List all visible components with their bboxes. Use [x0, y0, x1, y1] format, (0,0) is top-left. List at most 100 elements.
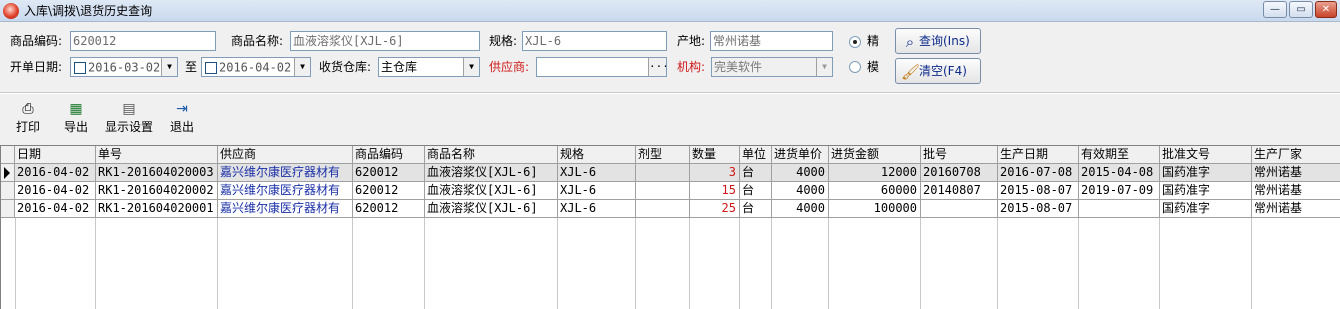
search-icon: ⌕ [905, 32, 915, 51]
cell-quantity: 3 [690, 164, 740, 182]
display-settings-button[interactable]: ▤ 显示设置 [101, 100, 157, 140]
query-button[interactable]: ⌕ 查询(Ins) [895, 28, 981, 54]
cell-unit: 台 [740, 182, 772, 200]
column-header[interactable]: 进货单价 [772, 146, 829, 164]
cell-quantity: 25 [690, 200, 740, 218]
column-header[interactable]: 单位 [740, 146, 772, 164]
cell-unit: 台 [740, 164, 772, 182]
current-row-pointer-icon [4, 167, 10, 179]
cell-unit: 台 [740, 200, 772, 218]
column-header[interactable]: 生产厂家 [1252, 146, 1340, 164]
history-table[interactable]: 日期 单号 供应商 商品编码 商品名称 规格 剂型 数量 单位 进货单价 进货金… [0, 145, 1340, 309]
cell-approval-no: 国药准字 [1160, 200, 1252, 218]
cell-unit-price: 4000 [772, 182, 829, 200]
date-to-checkbox[interactable] [205, 61, 217, 74]
code-input[interactable]: 620012 [70, 31, 216, 51]
column-header[interactable]: 有效期至 [1079, 146, 1160, 164]
chevron-down-icon[interactable]: ▼ [463, 58, 479, 76]
maximize-button[interactable]: ▭ [1289, 1, 1313, 18]
column-header[interactable]: 生产日期 [998, 146, 1079, 164]
table-row[interactable]: 2016-04-02 RK1-201604020001 嘉兴维尔康医疗器材有 6… [15, 200, 1340, 218]
cell-form [636, 200, 690, 218]
cell-production-date: 2015-08-07 [998, 200, 1079, 218]
cell-batch: 20160708 [921, 164, 998, 182]
app-icon [3, 3, 19, 19]
date-to-value: 2016-04-02 [219, 60, 292, 75]
date-to-picker[interactable]: 2016-04-02 ▼ [201, 57, 311, 77]
cell-spec: XJL-6 [558, 182, 636, 200]
column-divider [739, 218, 740, 309]
column-header[interactable]: 批准文号 [1160, 146, 1252, 164]
table-header: 日期 单号 供应商 商品编码 商品名称 规格 剂型 数量 单位 进货单价 进货金… [15, 146, 1340, 164]
warehouse-select[interactable]: 主仓库 ▼ [378, 57, 480, 77]
table-row[interactable]: 2016-04-02 RK1-201604020002 嘉兴维尔康医疗器材有 6… [15, 182, 1340, 200]
supplier-lookup-button[interactable]: ··· [648, 58, 666, 76]
excel-export-icon: ▦ [69, 101, 83, 117]
table-row[interactable]: 2016-04-02 RK1-201604020003 嘉兴维尔康医疗器材有 6… [15, 164, 1340, 182]
cell-batch: 20140807 [921, 182, 998, 200]
precise-label: 精 [867, 34, 880, 48]
display-settings-label: 显示设置 [104, 120, 153, 134]
cell-code: 620012 [353, 200, 425, 218]
cell-date: 2016-04-02 [15, 164, 96, 182]
name-label: 商品名称: [231, 34, 284, 48]
column-header[interactable]: 单号 [96, 146, 218, 164]
cell-code: 620012 [353, 164, 425, 182]
date-from-picker[interactable]: 2016-03-02 ▼ [70, 57, 178, 77]
column-divider [828, 218, 829, 309]
cell-expiry-date [1079, 200, 1160, 218]
cell-order-no: RK1-201604020003 [96, 164, 218, 182]
cell-name: 血液溶浆仪[XJL-6] [425, 164, 558, 182]
minimize-button[interactable]: — [1263, 1, 1287, 18]
window-title: 入库\调拨\退货历史查询 [24, 4, 153, 18]
header-corner [1, 146, 15, 164]
column-header[interactable]: 数量 [690, 146, 740, 164]
fuzzy-radio[interactable] [849, 61, 861, 73]
column-header[interactable]: 日期 [15, 146, 96, 164]
fuzzy-label: 模 [867, 60, 880, 74]
chevron-down-icon[interactable]: ▼ [294, 58, 310, 76]
column-divider [352, 218, 353, 309]
precise-radio[interactable] [849, 36, 861, 48]
cell-manufacturer: 常州诺基 [1252, 164, 1340, 182]
column-divider [771, 218, 772, 309]
query-button-label: 查询(Ins) [919, 34, 970, 48]
column-header[interactable]: 进货金额 [829, 146, 921, 164]
filter-separator [0, 92, 1340, 94]
warehouse-label: 收货仓库: [319, 60, 372, 74]
column-header[interactable]: 批号 [921, 146, 998, 164]
export-button[interactable]: ▦ 导出 [60, 100, 92, 140]
cell-expiry-date: 2015-04-08 [1079, 164, 1160, 182]
cell-supplier: 嘉兴维尔康医疗器材有 [218, 164, 353, 182]
printer-icon: ⎙ [22, 101, 34, 117]
column-header[interactable]: 商品名称 [425, 146, 558, 164]
column-header[interactable]: 剂型 [636, 146, 690, 164]
close-button[interactable]: ✕ [1315, 1, 1337, 18]
chevron-down-icon[interactable]: ▼ [816, 58, 832, 76]
row-indicator[interactable] [1, 182, 15, 200]
cell-supplier: 嘉兴维尔康医疗器材有 [218, 182, 353, 200]
cell-name: 血液溶浆仪[XJL-6] [425, 200, 558, 218]
column-header[interactable]: 规格 [558, 146, 636, 164]
title-bar: 入库\调拨\退货历史查询 — ▭ ✕ [0, 0, 1340, 22]
column-divider [15, 218, 16, 309]
column-header[interactable]: 供应商 [218, 146, 353, 164]
cell-unit-price: 4000 [772, 200, 829, 218]
name-input[interactable]: 血液溶浆仪[XJL-6] [290, 31, 480, 51]
supplier-input[interactable]: ··· [536, 57, 667, 77]
column-header[interactable]: 商品编码 [353, 146, 425, 164]
org-select[interactable]: 完美软件 ▼ [711, 57, 833, 77]
cell-unit-price: 4000 [772, 164, 829, 182]
row-indicator[interactable] [1, 200, 15, 218]
column-divider [217, 218, 218, 309]
exit-button[interactable]: ⇥ 退出 [166, 100, 198, 140]
clear-button[interactable]: 🖌清空(F4) [895, 58, 981, 84]
date-from-checkbox[interactable] [74, 61, 86, 74]
chevron-down-icon[interactable]: ▼ [161, 58, 177, 76]
print-button[interactable]: ⎙ 打印 [12, 100, 44, 140]
spec-input[interactable]: XJL-6 [522, 31, 667, 51]
origin-input[interactable]: 常州诺基 [710, 31, 833, 51]
exit-label: 退出 [169, 120, 194, 134]
row-indicator[interactable] [1, 164, 15, 182]
spec-label: 规格: [489, 34, 518, 48]
